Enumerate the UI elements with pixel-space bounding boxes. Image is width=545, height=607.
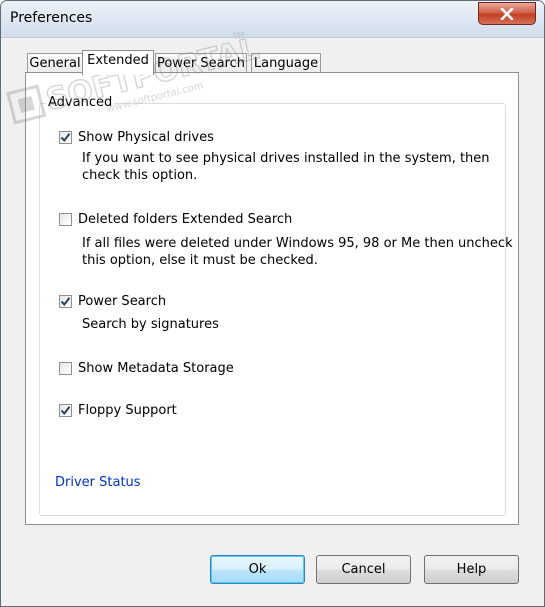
close-icon — [500, 7, 514, 20]
description-line: Search by signatures — [82, 317, 219, 332]
option-description: If you want to see physical drives insta… — [82, 150, 490, 184]
checkbox-deleted-folders-extended-search[interactable] — [59, 213, 72, 226]
option-label: Show Physical drives — [78, 130, 214, 145]
checkbox-floppy-support[interactable] — [59, 404, 72, 417]
window-title: Preferences — [10, 10, 93, 26]
option-label: Floppy Support — [78, 403, 177, 418]
option-label: Power Search — [78, 294, 167, 309]
preferences-window: Preferences General Extended Power Searc… — [0, 0, 545, 607]
description-line: If you want to see physical drives insta… — [82, 151, 490, 166]
option-power-search[interactable]: Power Search — [59, 294, 166, 309]
description-line: check this option. — [82, 168, 198, 183]
tab-label: Language — [253, 56, 319, 71]
option-deleted-folders-extended-search[interactable]: Deleted folders Extended Search — [59, 212, 292, 227]
group-label-advanced: Advanced — [46, 95, 115, 110]
description-line: If all files were deleted under Windows … — [82, 236, 513, 251]
checkmark-icon — [60, 133, 71, 143]
tab-extended[interactable]: Extended — [82, 50, 154, 75]
option-description: If all files were deleted under Windows … — [82, 235, 513, 269]
cancel-button[interactable]: Cancel — [316, 555, 411, 584]
title-bar[interactable]: Preferences — [1, 1, 544, 38]
description-line: this option, else it must be checked. — [82, 253, 318, 268]
help-button[interactable]: Help — [424, 555, 519, 584]
tab-panel-extended: Advanced Show Physical drives If you wan… — [25, 72, 519, 525]
tab-label: Power Search — [156, 56, 246, 71]
checkbox-power-search[interactable] — [59, 295, 72, 308]
option-show-metadata-storage[interactable]: Show Metadata Storage — [59, 361, 234, 376]
checkmark-icon — [60, 297, 71, 307]
tab-label: Extended — [87, 53, 149, 68]
checkmark-icon — [60, 406, 71, 416]
option-label: Deleted folders Extended Search — [78, 212, 293, 227]
option-description: Search by signatures — [82, 316, 219, 333]
close-button[interactable] — [478, 2, 536, 25]
ok-button[interactable]: Ok — [210, 555, 305, 584]
option-label: Show Metadata Storage — [78, 361, 234, 376]
option-show-physical-drives[interactable]: Show Physical drives — [59, 130, 214, 145]
checkbox-show-physical-drives[interactable] — [59, 131, 72, 144]
driver-status-link[interactable]: Driver Status — [55, 475, 141, 490]
tab-label: General — [29, 56, 81, 71]
checkbox-show-metadata-storage[interactable] — [59, 362, 72, 375]
option-floppy-support[interactable]: Floppy Support — [59, 403, 177, 418]
